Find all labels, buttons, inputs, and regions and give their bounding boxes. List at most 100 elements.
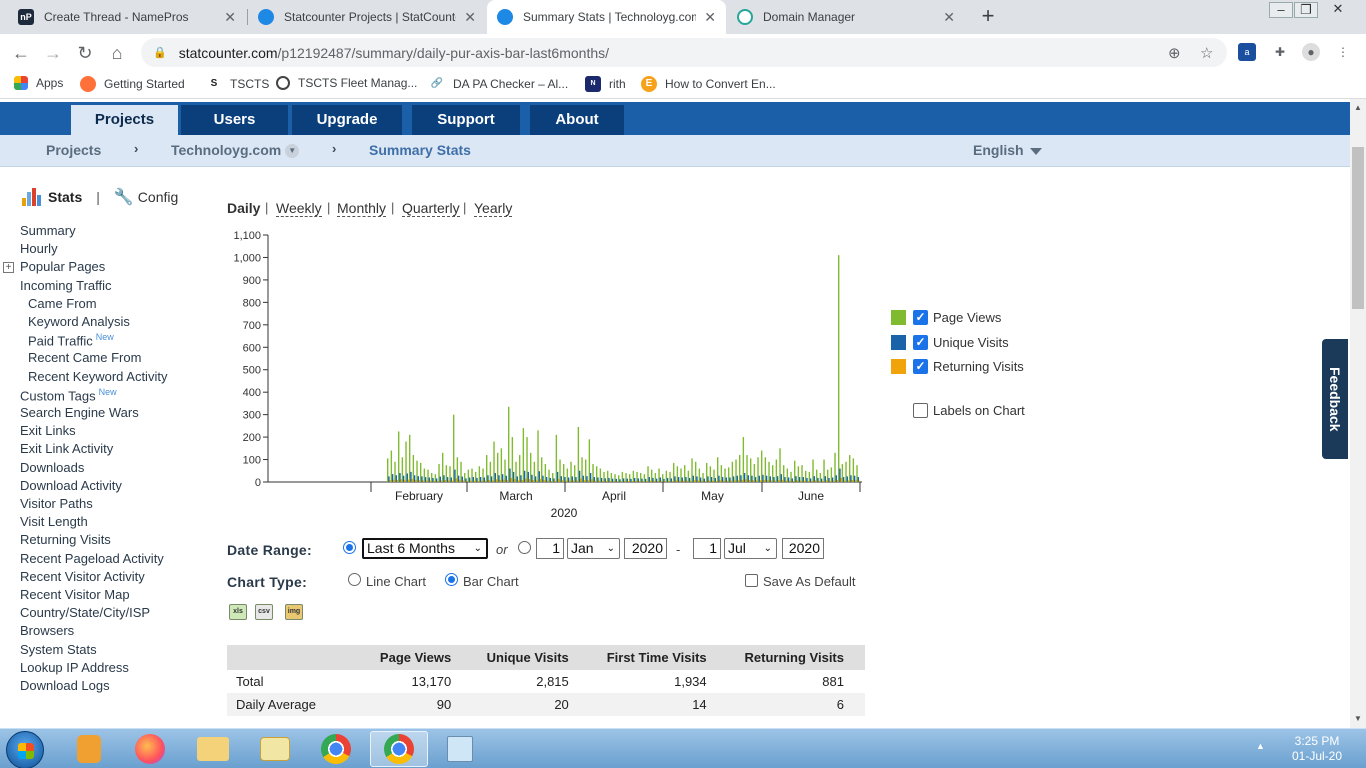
minimize-window-button[interactable]: –: [1269, 2, 1293, 18]
expand-plus-icon[interactable]: +: [3, 262, 14, 273]
extensions-puzzle-icon[interactable]: ✚: [1271, 43, 1289, 61]
radio-line-chart[interactable]: [348, 573, 361, 586]
close-tab-icon[interactable]: ✕: [224, 9, 236, 26]
bookmark-da-pa-checker[interactable]: 🔗 DA PA Checker – Al...: [429, 76, 568, 92]
profile-avatar-icon[interactable]: ●: [1302, 43, 1320, 61]
close-tab-icon[interactable]: ✕: [943, 9, 955, 26]
taskbar-chrome[interactable]: [307, 731, 365, 767]
sidebar-item-lookup-ip-address[interactable]: Lookup IP Address: [20, 660, 129, 675]
home-button[interactable]: ⌂: [106, 42, 128, 64]
period-monthly[interactable]: Monthly: [337, 200, 387, 217]
sidebar-item-recent-visitor-activity[interactable]: Recent Visitor Activity: [20, 569, 145, 584]
from-month-select[interactable]: Jan ⌄: [567, 538, 620, 559]
sidebar-item-keyword-analysis[interactable]: Keyword Analysis: [28, 314, 130, 329]
taskbar-chrome-active[interactable]: [370, 731, 428, 767]
close-tab-icon[interactable]: ✕: [464, 9, 476, 26]
sidebar-item-hourly[interactable]: Hourly: [20, 241, 58, 256]
export-image-icon[interactable]: img: [285, 604, 303, 620]
sidebar-item-visit-length[interactable]: Visit Length: [20, 514, 88, 529]
bookmark-tscts-fleet[interactable]: TSCTS Fleet Manag...: [276, 76, 417, 90]
nav-tab-support[interactable]: Support: [412, 105, 520, 135]
taskbar-file-explorer[interactable]: [184, 731, 242, 767]
scroll-down-arrow-icon[interactable]: ▼: [1354, 714, 1362, 723]
start-button[interactable]: [6, 731, 44, 768]
sidebar-item-summary[interactable]: Summary: [20, 223, 76, 238]
bookmark-rith[interactable]: N rith: [585, 76, 626, 92]
sidebar-item-returning-visits[interactable]: Returning Visits: [20, 532, 111, 547]
browser-tab-summary-stats[interactable]: Summary Stats | Technoloyg.com ✕: [487, 0, 726, 34]
language-selector[interactable]: English: [973, 142, 1042, 158]
bookmark-apps[interactable]: Apps: [14, 76, 63, 90]
config-link[interactable]: Config: [138, 189, 178, 205]
radio-custom-range[interactable]: [518, 541, 531, 554]
sidebar-item-search-engine-wars[interactable]: Search Engine Wars: [20, 405, 139, 420]
nav-tab-about[interactable]: About: [530, 105, 624, 135]
sidebar-item-visitor-paths[interactable]: Visitor Paths: [20, 496, 93, 511]
radio-preset-range[interactable]: [343, 541, 356, 554]
scroll-thumb[interactable]: [1352, 147, 1364, 309]
checkbox-labels-on-chart[interactable]: [913, 403, 928, 418]
checkbox-unique-visits[interactable]: ✓: [913, 335, 928, 350]
taskbar-media-player[interactable]: [60, 731, 118, 767]
taskbar-mail[interactable]: [246, 731, 304, 767]
period-weekly[interactable]: Weekly: [276, 200, 322, 217]
sidebar-item-came-from[interactable]: Came From: [28, 296, 97, 311]
zoom-icon[interactable]: ⊕: [1168, 44, 1181, 62]
sidebar-item-incoming-traffic[interactable]: Incoming Traffic: [20, 278, 112, 293]
range-preset-select[interactable]: Last 6 Months ⌄: [362, 538, 488, 559]
radio-bar-chart[interactable]: [445, 573, 458, 586]
bar-chart-label[interactable]: Bar Chart: [463, 574, 519, 589]
period-quarterly[interactable]: Quarterly: [402, 200, 460, 217]
breadcrumb-projects[interactable]: Projects: [46, 142, 101, 158]
save-default-label[interactable]: Save As Default: [763, 574, 856, 589]
sidebar-item-recent-came-from[interactable]: Recent Came From: [28, 350, 141, 365]
to-month-select[interactable]: Jul ⌄: [724, 538, 777, 559]
sidebar-item-recent-keyword-activity[interactable]: Recent Keyword Activity: [28, 369, 167, 384]
back-button[interactable]: ←: [10, 42, 32, 64]
to-day-input[interactable]: 1: [693, 538, 721, 559]
checkbox-page-views[interactable]: ✓: [913, 310, 928, 325]
legend-page-views[interactable]: ✓ Page Views: [891, 310, 1001, 325]
sidebar-item-system-stats[interactable]: System Stats: [20, 642, 97, 657]
bookmark-getting-started[interactable]: Getting Started: [80, 76, 185, 92]
browser-tab-namepros[interactable]: nP Create Thread - NamePros ✕: [8, 0, 246, 34]
close-tab-icon[interactable]: ✕: [704, 9, 716, 26]
line-chart-label[interactable]: Line Chart: [366, 574, 426, 589]
bookmark-star-icon[interactable]: ☆: [1200, 44, 1213, 62]
sidebar-item-custom-tags[interactable]: Custom Tags New: [20, 387, 117, 403]
period-yearly[interactable]: Yearly: [474, 200, 513, 217]
sidebar-item-popular-pages[interactable]: Popular Pages: [20, 259, 105, 274]
reload-button[interactable]: ↻: [74, 42, 96, 64]
sidebar-item-paid-traffic[interactable]: Paid Traffic New: [28, 332, 114, 348]
export-csv-icon[interactable]: csv: [255, 604, 273, 620]
scroll-up-arrow-icon[interactable]: ▲: [1354, 103, 1362, 112]
system-clock[interactable]: 3:25 PM 01-Jul-20: [1282, 734, 1352, 764]
legend-unique-visits[interactable]: ✓ Unique Visits: [891, 335, 1009, 350]
sidebar-item-downloads[interactable]: Downloads: [20, 460, 84, 475]
breadcrumb-project[interactable]: Technoloyg.com ▼: [171, 142, 300, 159]
to-year-input[interactable]: 2020: [782, 538, 824, 559]
address-bar[interactable]: 🔒 statcounter.com/p12192487/summary/dail…: [141, 38, 1227, 67]
menu-kebab-icon[interactable]: ⋮: [1334, 43, 1352, 61]
nav-tab-upgrade[interactable]: Upgrade: [292, 105, 402, 135]
from-day-input[interactable]: 1: [536, 538, 564, 559]
nav-tab-projects[interactable]: Projects: [71, 105, 178, 135]
sidebar-item-download-logs[interactable]: Download Logs: [20, 678, 110, 693]
labels-on-chart-option[interactable]: Labels on Chart: [913, 403, 1025, 418]
extension-icon[interactable]: a: [1238, 43, 1256, 61]
browser-tab-domain-manager[interactable]: Domain Manager ✕: [727, 0, 965, 34]
browser-tab-statcounter-projects[interactable]: Statcounter Projects | StatCounte ✕: [248, 0, 486, 34]
close-window-button[interactable]: ✕: [1326, 2, 1350, 18]
sidebar-item-exit-links[interactable]: Exit Links: [20, 423, 76, 438]
sidebar-item-country-state-city-isp[interactable]: Country/State/City/ISP: [20, 605, 150, 620]
from-year-input[interactable]: 2020: [624, 538, 667, 559]
sidebar-item-browsers[interactable]: Browsers: [20, 623, 74, 638]
checkbox-returning-visits[interactable]: ✓: [913, 359, 928, 374]
new-tab-button[interactable]: +: [976, 5, 1000, 29]
legend-returning-visits[interactable]: ✓ Returning Visits: [891, 359, 1024, 374]
forward-button[interactable]: →: [42, 42, 64, 64]
bookmark-how-to-convert[interactable]: E How to Convert En...: [641, 76, 776, 92]
taskbar-firefox[interactable]: [121, 731, 179, 767]
period-daily[interactable]: Daily: [227, 200, 260, 216]
restore-window-button[interactable]: ❐: [1294, 2, 1318, 18]
